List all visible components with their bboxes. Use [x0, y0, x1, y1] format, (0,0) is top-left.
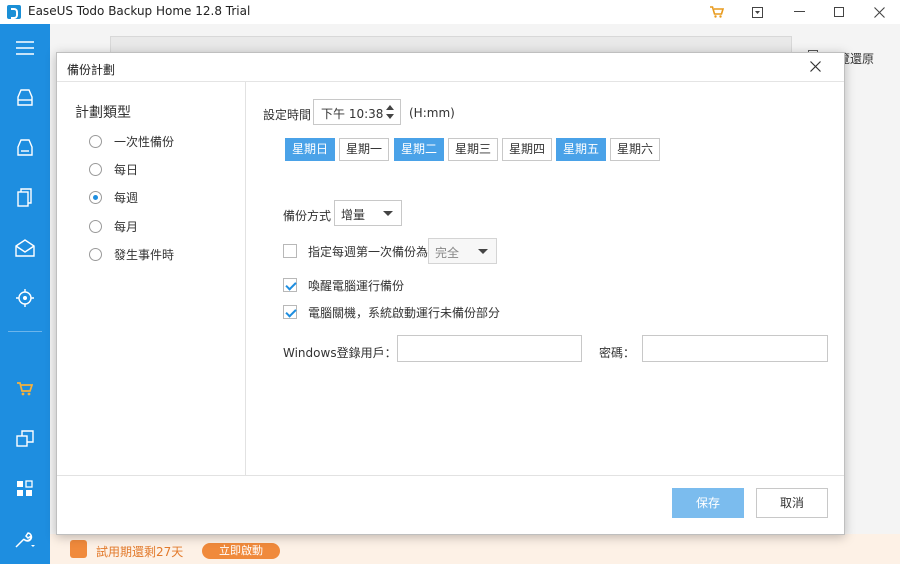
- chevron-down-icon: [383, 211, 393, 216]
- trial-text: 試用期還剩27天: [96, 545, 184, 559]
- first-backup-value: 完全: [435, 246, 460, 260]
- spin-arrows-icon[interactable]: [386, 103, 394, 121]
- app-logo-icon: [7, 5, 21, 19]
- password-input[interactable]: [642, 335, 828, 362]
- clone-icon[interactable]: [13, 427, 37, 451]
- menu-icon[interactable]: [13, 36, 37, 60]
- first-backup-label: 指定每週第一次備份為: [308, 244, 429, 259]
- footer-separator: [57, 475, 844, 476]
- radio-once[interactable]: [89, 134, 102, 148]
- plan-type-weekly[interactable]: 每週: [89, 188, 138, 206]
- tools-grid-icon[interactable]: [13, 477, 37, 501]
- day-wednesday-button[interactable]: 星期三: [448, 138, 498, 161]
- plan-type-label: 每週: [114, 190, 139, 205]
- time-format-label: (H:mm): [409, 106, 455, 120]
- plan-type-title: 計劃類型: [75, 105, 131, 121]
- password-label: 密碼：: [599, 346, 636, 360]
- wake-option[interactable]: 喚醒電腦運行備份: [283, 277, 404, 293]
- radio-event[interactable]: [89, 247, 102, 261]
- chevron-down-icon: [478, 249, 488, 254]
- minimize-button[interactable]: [780, 0, 818, 24]
- plan-type-monthly[interactable]: 每月: [89, 217, 138, 235]
- system-backup-icon[interactable]: [13, 136, 37, 160]
- wake-label: 喚醒電腦運行備份: [308, 278, 405, 293]
- time-spinner[interactable]: 下午 10:38: [313, 99, 401, 125]
- window-menu-button[interactable]: [738, 0, 776, 24]
- dialog-title: 備份計劃: [67, 63, 116, 77]
- first-backup-option[interactable]: 指定每週第一次備份為: [283, 243, 428, 259]
- plan-type-label: 發生事件時: [114, 247, 175, 262]
- close-icon: [809, 61, 821, 72]
- dialog-close-button[interactable]: [805, 57, 825, 77]
- wrench-icon[interactable]: [13, 528, 37, 552]
- time-value: 下午 10:38: [321, 107, 384, 121]
- first-backup-checkbox[interactable]: [283, 244, 297, 258]
- day-sunday-button[interactable]: 星期日: [285, 138, 335, 161]
- app-titlebar: EaseUS Todo Backup Home 12.8 Trial: [0, 0, 900, 24]
- plan-type-daily[interactable]: 每日: [89, 160, 138, 178]
- cart-icon[interactable]: [13, 377, 37, 401]
- first-backup-select[interactable]: 完全: [428, 238, 497, 264]
- backup-method-value: 增量: [341, 208, 366, 222]
- target-icon[interactable]: [13, 286, 37, 310]
- windows-user-input[interactable]: [397, 335, 582, 362]
- plan-type-once[interactable]: 一次性備份: [89, 132, 174, 150]
- day-monday-button[interactable]: 星期一: [339, 138, 389, 161]
- radio-weekly[interactable]: [89, 190, 102, 204]
- cart-icon[interactable]: [698, 0, 736, 24]
- shutdown-option[interactable]: 電腦關機，系統啟動運行未備份部分: [283, 304, 500, 320]
- sidebar-separator: [8, 331, 42, 332]
- sidebar: [0, 24, 50, 564]
- radio-daily[interactable]: [89, 162, 102, 176]
- plan-type-label: 每日: [114, 162, 139, 177]
- day-thursday-button[interactable]: 星期四: [502, 138, 552, 161]
- plan-type-pane: 計劃類型 一次性備份 每日 每週 每月 發生事件時: [57, 82, 246, 475]
- save-button[interactable]: 保存: [672, 488, 744, 518]
- plan-type-event[interactable]: 發生事件時: [89, 245, 174, 263]
- maximize-button[interactable]: [820, 0, 858, 24]
- activate-button[interactable]: 立即啟動: [202, 543, 280, 559]
- day-tuesday-button[interactable]: 星期二: [394, 138, 444, 161]
- file-backup-icon[interactable]: [13, 186, 37, 210]
- windows-user-label: Windows登錄用戶：: [283, 346, 397, 360]
- time-label: 設定時間: [263, 108, 312, 122]
- app-title: EaseUS Todo Backup Home 12.8 Trial: [28, 4, 251, 18]
- disk-backup-icon[interactable]: [13, 86, 37, 110]
- trial-bag-icon: [70, 540, 87, 558]
- radio-monthly[interactable]: [89, 219, 102, 233]
- shutdown-checkbox[interactable]: [283, 305, 297, 319]
- mail-backup-icon[interactable]: [13, 236, 37, 260]
- plan-type-label: 每月: [114, 219, 139, 234]
- close-button[interactable]: [860, 0, 898, 24]
- plan-type-label: 一次性備份: [114, 134, 175, 149]
- backup-method-select[interactable]: 增量: [334, 200, 402, 226]
- cancel-button[interactable]: 取消: [756, 488, 828, 518]
- shutdown-label: 電腦關機，系統啟動運行未備份部分: [308, 305, 501, 320]
- wake-checkbox[interactable]: [283, 278, 297, 292]
- day-friday-button[interactable]: 星期五: [556, 138, 606, 161]
- backup-method-label: 備份方式: [283, 209, 332, 223]
- day-saturday-button[interactable]: 星期六: [610, 138, 660, 161]
- backup-schedule-dialog: 備份計劃 計劃類型 一次性備份 每日 每週 每月 發生事件時 設定時間 下午 1…: [56, 52, 845, 535]
